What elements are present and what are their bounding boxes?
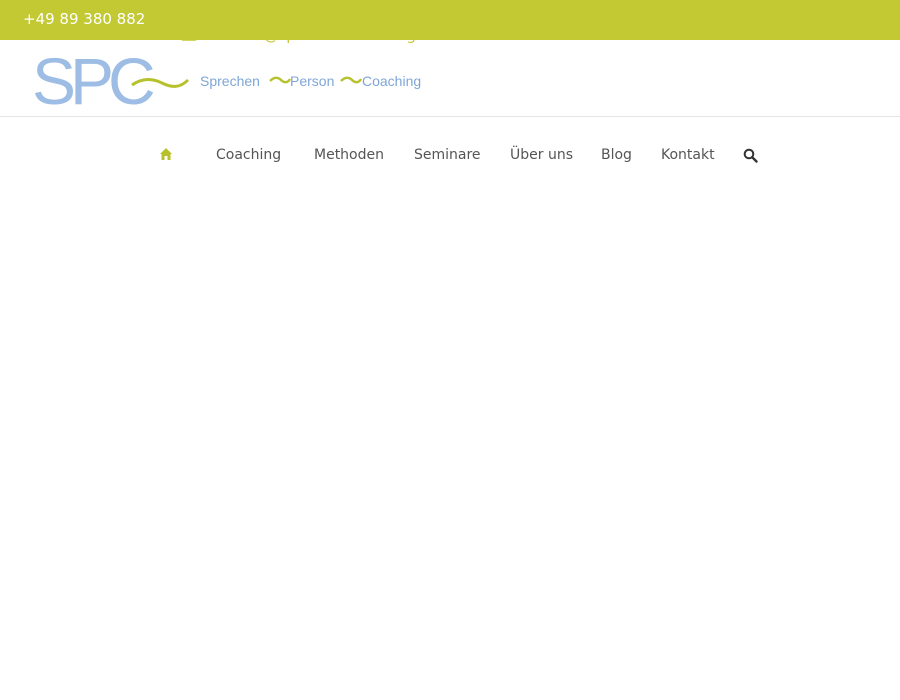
email-contact[interactable]: kontakt@sprecher-coaching.de	[181, 25, 440, 45]
main-navigation: Coaching Methoden Seminare Über uns Blog…	[0, 117, 900, 193]
envelope-icon	[181, 29, 197, 41]
logo-word-sprechen: Sprechen	[200, 73, 260, 89]
logo-tilde-1	[269, 76, 292, 84]
logo-initials: SPC	[32, 50, 154, 110]
top-bar: +49 89 380 882	[0, 0, 900, 40]
nav-item-ueber-uns[interactable]: Über uns	[510, 147, 573, 164]
nav-item-methoden[interactable]: Methoden	[314, 147, 384, 164]
logo-word-coaching: Coaching	[362, 73, 421, 89]
nav-item-kontakt[interactable]: Kontakt	[661, 147, 715, 164]
site-header: SPC Sprechen Person Coaching	[0, 40, 900, 117]
logo[interactable]: SPC Sprechen Person Coaching	[32, 50, 432, 110]
home-icon[interactable]	[159, 147, 173, 161]
nav-item-blog[interactable]: Blog	[601, 147, 632, 164]
nav-item-seminare[interactable]: Seminare	[414, 147, 481, 164]
phone-number[interactable]: +49 89 380 882	[23, 10, 145, 28]
search-icon[interactable]	[743, 148, 758, 163]
logo-tilde-2	[340, 76, 363, 84]
logo-word-person: Person	[290, 73, 334, 89]
nav-item-coaching[interactable]: Coaching	[216, 147, 281, 164]
email-address[interactable]: kontakt@sprecher-coaching.de	[207, 26, 440, 44]
